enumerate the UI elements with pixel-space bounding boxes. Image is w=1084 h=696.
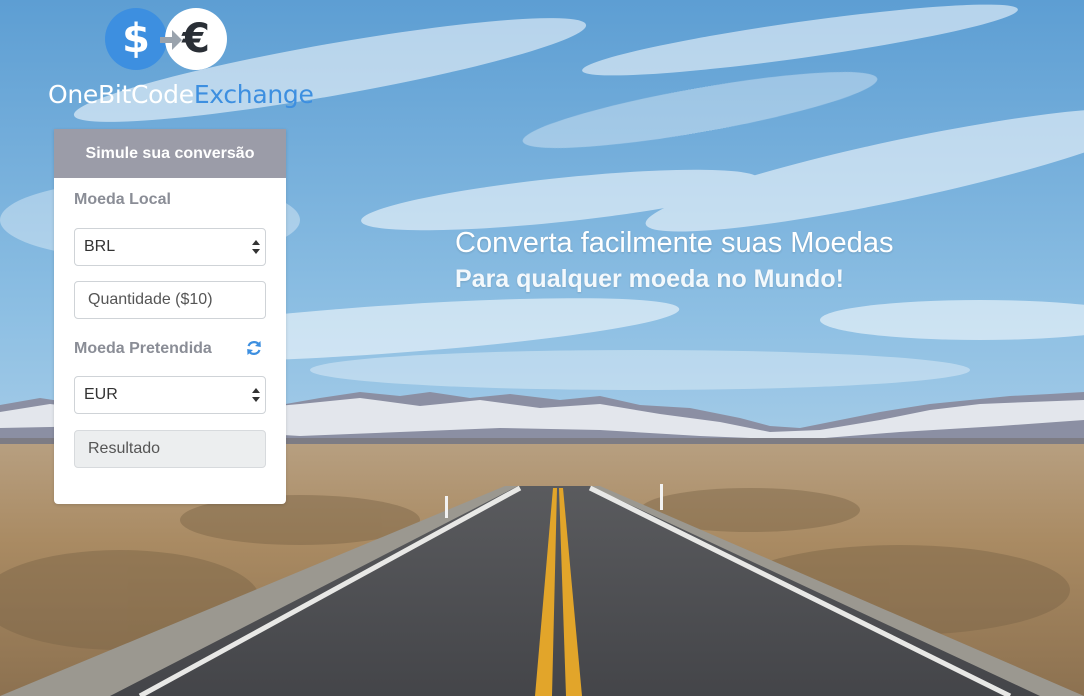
brand-name: OneBitCodeExchange [48, 80, 314, 109]
result-field: Resultado [74, 430, 266, 468]
exchange-arrow-icon [160, 30, 182, 50]
brand-name-part1: OneBitCode [48, 80, 194, 109]
target-currency-select[interactable]: EUR [74, 376, 266, 414]
brand-name-part2: Exchange [193, 80, 314, 109]
target-currency-label: Moeda Pretendida [74, 340, 212, 357]
hero-subtitle: Para qualquer moeda no Mundo! [455, 265, 844, 293]
select-caret-icon [252, 388, 260, 402]
local-currency-select[interactable]: BRL [74, 228, 266, 266]
local-currency-label: Moeda Local [74, 191, 171, 208]
target-currency-value: EUR [84, 386, 118, 403]
conversion-card: Simule sua conversão Moeda Local BRL Qua… [54, 129, 286, 504]
hero-title: Converta facilmente suas Moedas [455, 227, 894, 259]
hero-headline: Converta facilmente suas Moedas Para qua… [455, 224, 893, 296]
local-currency-value: BRL [84, 238, 116, 255]
amount-input[interactable]: Quantidade ($10) [74, 281, 266, 319]
brand-logo[interactable]: $ € OneBitCodeExchange [48, 8, 314, 109]
card-header: Simule sua conversão [54, 129, 286, 178]
select-caret-icon [252, 240, 260, 254]
result-placeholder: Resultado [88, 440, 161, 457]
refresh-icon[interactable] [245, 339, 263, 357]
amount-placeholder: Quantidade ($10) [88, 291, 213, 308]
